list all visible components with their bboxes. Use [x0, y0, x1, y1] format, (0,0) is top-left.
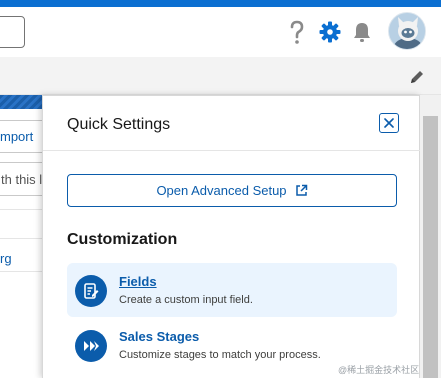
- panel-divider: [43, 150, 421, 151]
- divider: [0, 209, 48, 210]
- setting-description: Customize stages to match your process.: [119, 349, 321, 361]
- avatar-image: [389, 13, 425, 49]
- fields-icon: [75, 275, 107, 307]
- scrollbar-thumb[interactable]: [423, 116, 438, 378]
- external-link-icon: [295, 184, 307, 196]
- setting-title[interactable]: Fields: [119, 274, 157, 289]
- setting-title[interactable]: Sales Stages: [119, 329, 199, 344]
- setting-item-fields[interactable]: Fields Create a custom input field.: [67, 263, 397, 317]
- global-search-input[interactable]: [0, 16, 25, 48]
- pencil-icon[interactable]: [408, 68, 426, 86]
- import-label: mport: [0, 129, 34, 144]
- top-accent-bar: [0, 0, 441, 7]
- bell-icon[interactable]: [351, 21, 373, 43]
- help-icon[interactable]: [287, 19, 307, 45]
- panel-title: Quick Settings: [67, 116, 171, 133]
- page-banner: [0, 95, 48, 109]
- watermark: @稀土掘金技术社区: [338, 365, 420, 375]
- gear-icon[interactable]: [319, 21, 341, 43]
- navigation-bar: [0, 57, 441, 95]
- sales-stages-icon: [75, 330, 107, 362]
- avatar[interactable]: [388, 12, 426, 50]
- global-header: [0, 7, 441, 57]
- record-link[interactable]: rg: [0, 251, 12, 266]
- setting-description: Create a custom input field.: [119, 294, 253, 306]
- open-advanced-setup-label: Open Advanced Setup: [156, 183, 287, 198]
- open-advanced-setup-button[interactable]: Open Advanced Setup: [67, 174, 397, 207]
- close-button[interactable]: [379, 113, 399, 133]
- close-icon: [384, 118, 394, 128]
- quick-settings-panel: Quick Settings Open Advanced Setup Custo…: [42, 95, 421, 378]
- section-heading: Customization: [67, 231, 178, 248]
- divider: [0, 238, 48, 239]
- divider: [0, 271, 48, 272]
- list-search-placeholder: th this li: [1, 172, 46, 187]
